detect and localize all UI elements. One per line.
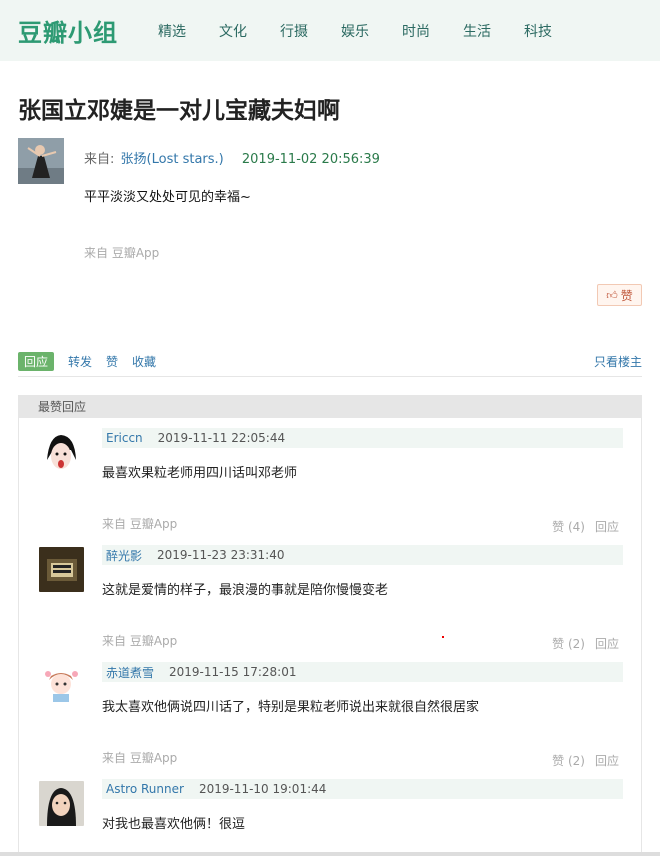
comment-reply-button[interactable]: 回应	[595, 635, 619, 652]
best-replies-header: 最赞回应	[19, 396, 641, 418]
comment-like-button[interactable]: 赞 (4)	[552, 518, 585, 535]
main-content: 张国立邓婕是一对儿宝藏夫妇啊 来自: 张扬(Lost stars.) 2019-…	[0, 96, 660, 856]
nav-item-fashion[interactable]: 时尚	[402, 21, 430, 41]
comment-source: 来自 豆瓣App	[102, 517, 178, 531]
comment-timestamp: 2019-11-11 22:05:44	[157, 431, 286, 445]
commenter-name[interactable]: 醉光影	[106, 547, 142, 564]
collect-button[interactable]: 收藏	[132, 353, 156, 370]
comment-header: Ericcn 2019-11-11 22:05:44	[102, 428, 623, 448]
comment-like-button[interactable]: 赞 (2)	[552, 635, 585, 652]
comment-actions: 赞 (2) 回应	[542, 635, 619, 652]
thumbs-up-icon: 👍︎	[606, 288, 618, 302]
comment-timestamp: 2019-11-15 17:28:01	[169, 665, 297, 679]
like-button[interactable]: 赞	[106, 353, 118, 370]
author-avatar[interactable]	[18, 138, 64, 184]
comment-item: Astro Runner 2019-11-10 19:01:44 对我也最喜欢他…	[19, 769, 641, 856]
stray-red-dot	[442, 636, 444, 638]
nav-item-entertainment[interactable]: 娱乐	[341, 21, 369, 41]
comment-timestamp: 2019-11-10 19:01:44	[198, 782, 327, 796]
comment-text: 对我也最喜欢他俩！很逗	[102, 817, 246, 832]
main-nav: 精选 文化 行摄 娱乐 时尚 生活 科技	[158, 21, 585, 41]
post-meta: 来自: 张扬(Lost stars.) 2019-11-02 20:56:39	[84, 148, 380, 167]
comment-reply-button[interactable]: 回应	[595, 518, 619, 535]
comment-source: 来自 豆瓣App	[102, 751, 178, 765]
post-actions: 回应 转发 赞 收藏 只看楼主	[18, 347, 642, 377]
post-source: 来自 豆瓣App	[84, 246, 160, 260]
nav-item-culture[interactable]: 文化	[219, 21, 247, 41]
reply-button[interactable]: 回应	[18, 352, 55, 371]
author-link[interactable]: 张扬(Lost stars.)	[121, 152, 224, 167]
post-author-block: 来自: 张扬(Lost stars.) 2019-11-02 20:56:39 …	[18, 138, 642, 313]
repost-button[interactable]: 转发	[68, 353, 92, 370]
post-body: 平平淡淡又处处可见的幸福~	[84, 190, 251, 205]
douban-group-logo[interactable]: 豆瓣小组	[18, 13, 118, 48]
commenter-avatar[interactable]	[39, 547, 84, 592]
comment-reply-button[interactable]: 回应	[595, 752, 619, 769]
comment-source: 来自 豆瓣App	[102, 634, 178, 648]
post-like-button[interactable]: 👍︎ 赞	[597, 284, 642, 306]
comment-header: Astro Runner 2019-11-10 19:01:44	[102, 779, 623, 799]
commenter-name[interactable]: 赤道煮雪	[106, 664, 154, 681]
post-timestamp: 2019-11-02 20:56:39	[241, 152, 380, 167]
comment-header: 醉光影 2019-11-23 23:31:40	[102, 545, 623, 565]
post-title: 张国立邓婕是一对儿宝藏夫妇啊	[18, 98, 340, 124]
comment-text: 最喜欢果粒老师用四川话叫邓老师	[102, 466, 298, 481]
commenter-avatar[interactable]	[39, 664, 84, 709]
comment-text: 我太喜欢他俩说四川话了，特别是果粒老师说出来就很自然很居家	[102, 700, 480, 715]
comment-item: 醉光影 2019-11-23 23:31:40 这就是爱情的样子，最浪漫的事就是…	[19, 535, 641, 652]
comment-item: 赤道煮雪 2019-11-15 17:28:01 我太喜欢他俩说四川话了，特别是…	[19, 652, 641, 769]
comment-actions: 赞 (2) 回应	[542, 752, 619, 769]
comment-like-button[interactable]: 赞 (2)	[552, 752, 585, 769]
from-label: 来自:	[84, 152, 115, 167]
commenter-avatar[interactable]	[39, 430, 84, 475]
nav-item-tech[interactable]: 科技	[524, 21, 552, 41]
bottom-scroll-edge	[0, 852, 660, 856]
top-bar: 豆瓣小组 精选 文化 行摄 娱乐 时尚 生活 科技	[0, 0, 660, 61]
best-replies-section: 最赞回应 Ericcn 2019-11-11 22:05:44 最喜欢果粒老师用…	[18, 395, 642, 856]
commenter-name[interactable]: Astro Runner	[106, 782, 184, 796]
comment-actions: 赞 (4) 回应	[542, 518, 619, 535]
nav-item-life[interactable]: 生活	[463, 21, 491, 41]
commenter-avatar[interactable]	[39, 781, 84, 826]
nav-item-featured[interactable]: 精选	[158, 21, 186, 41]
comment-text: 这就是爱情的样子，最浪漫的事就是陪你慢慢变老	[102, 583, 389, 598]
commenter-name[interactable]: Ericcn	[106, 431, 143, 445]
nav-item-travel[interactable]: 行摄	[280, 21, 308, 41]
like-label: 赞	[620, 288, 633, 303]
comment-timestamp: 2019-11-23 23:31:40	[157, 548, 285, 562]
only-op-link[interactable]: 只看楼主	[594, 353, 642, 370]
comment-item: Ericcn 2019-11-11 22:05:44 最喜欢果粒老师用四川话叫邓…	[19, 418, 641, 535]
comment-header: 赤道煮雪 2019-11-15 17:28:01	[102, 662, 623, 682]
